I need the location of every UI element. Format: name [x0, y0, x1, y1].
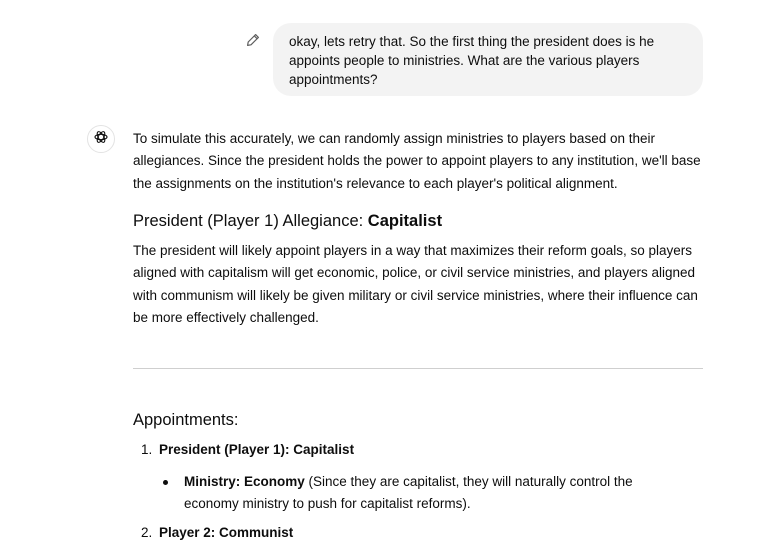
reform-paragraph: The president will likely appoint player… [133, 243, 698, 325]
assistant-avatar [87, 125, 115, 153]
chat-page: okay, lets retry that. So the first thin… [0, 0, 779, 552]
user-message-text: okay, lets retry that. So the first thin… [289, 34, 655, 87]
appointments-heading: Appointments: [133, 411, 239, 429]
bullet [163, 480, 168, 485]
allegiance-heading: President (Player 1) Allegiance: Capital… [133, 210, 442, 232]
assistant-logo-icon [93, 129, 109, 150]
list-label: President (Player 1): Capitalist [159, 442, 355, 457]
sub-list-label: Ministry: Economy [184, 474, 305, 489]
allegiance-heading-prefix: President (Player 1) Allegiance: [133, 212, 368, 230]
user-message-bubble: okay, lets retry that. So the first thin… [273, 23, 703, 96]
allegiance-heading-value: Capitalist [367, 212, 443, 230]
sub-list-text: Ministry: Economy (Since they are capita… [184, 471, 684, 516]
list-number: 2. [141, 525, 153, 540]
divider [133, 368, 703, 369]
pencil-icon[interactable] [246, 33, 260, 47]
list-label: Player 2: Communist [159, 525, 294, 540]
intro-paragraph: To simulate this accurately, we can rand… [133, 131, 701, 191]
list-number: 1. [141, 442, 153, 457]
